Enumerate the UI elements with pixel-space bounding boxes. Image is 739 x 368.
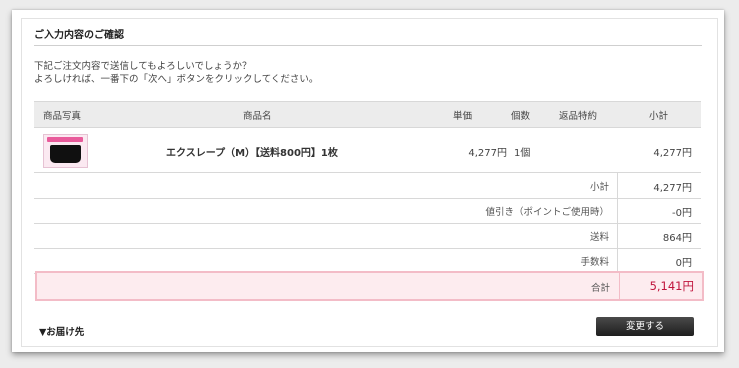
fee-label: 手数料	[580, 257, 609, 268]
summary-divider	[617, 248, 618, 273]
summary-row-discount: 値引き（ポイントご使用時） -0円	[34, 198, 701, 224]
summary-divider	[619, 273, 620, 299]
discount-label: 値引き（ポイントご使用時）	[485, 207, 609, 218]
delivery-heading: ▼お届け先	[39, 327, 85, 338]
change-button[interactable]: 変更する	[596, 317, 694, 336]
header-return-policy: 返品特約	[559, 111, 598, 122]
discount-value: -0円	[672, 208, 692, 219]
item-price: 4,277円	[468, 148, 507, 159]
subtotal-label: 小計	[589, 182, 609, 193]
shipping-label: 送料	[589, 232, 609, 243]
product-label-graphic	[47, 137, 83, 142]
summary-row-total: 合計 5,141円	[35, 271, 704, 301]
title-divider	[34, 45, 702, 46]
confirmation-box: ご入力内容のご確認 下記ご注文内容で送信してもよろしいでしょうか？ よろしければ…	[21, 18, 718, 347]
subtotal-value: 4,277円	[653, 183, 692, 194]
summary-row-shipping: 送料 864円	[34, 223, 701, 249]
item-qty: 1個	[514, 148, 531, 159]
header-price: 単価	[453, 111, 473, 122]
confirmation-panel: ご入力内容のご確認 下記ご注文内容で送信してもよろしいでしょうか？ よろしければ…	[12, 10, 724, 352]
table-row: エクスレープ（M）【送料800円】1枚 4,277円 1個 4,277円	[34, 127, 701, 173]
header-qty: 個数	[511, 111, 531, 122]
intro-line-2: よろしければ、一番下の「次へ」ボタンをクリックしてください。	[34, 74, 319, 85]
order-table-header: 商品写真 商品名 単価 個数 返品特約 小計	[34, 101, 701, 128]
product-thumbnail	[43, 134, 88, 168]
item-subtotal: 4,277円	[653, 148, 692, 159]
intro-line-1: 下記ご注文内容で送信してもよろしいでしょうか？	[34, 61, 252, 72]
shipping-value: 864円	[662, 233, 692, 244]
total-value: 5,141円	[649, 279, 694, 293]
summary-divider	[617, 173, 618, 198]
header-subtotal: 小計	[649, 111, 669, 122]
product-image	[50, 145, 81, 163]
item-name: エクスレープ（M）【送料800円】1枚	[166, 148, 338, 159]
header-photo: 商品写真	[43, 111, 82, 122]
intro-text: 下記ご注文内容で送信してもよろしいでしょうか？ よろしければ、一番下の「次へ」ボ…	[34, 60, 318, 86]
fee-value: 0円	[675, 258, 692, 269]
section-title: ご入力内容のご確認	[34, 30, 124, 41]
summary-divider	[617, 198, 618, 223]
header-name: 商品名	[243, 111, 272, 122]
total-label: 合計	[590, 283, 610, 294]
summary-divider	[617, 223, 618, 248]
summary-row-subtotal: 小計 4,277円	[34, 173, 701, 199]
